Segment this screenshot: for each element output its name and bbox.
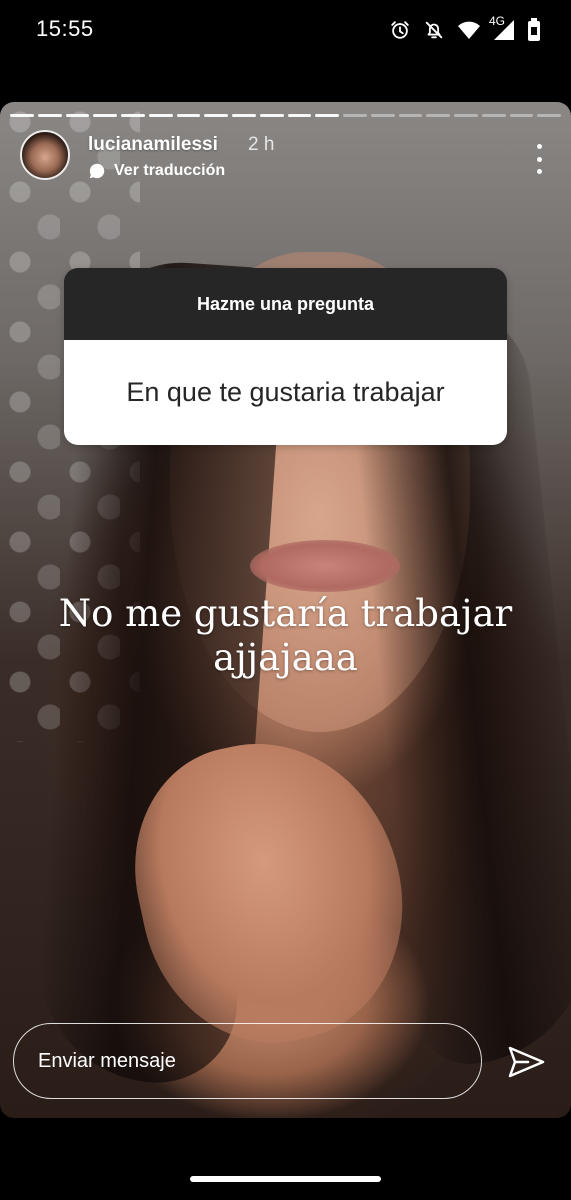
translate-icon bbox=[89, 163, 105, 179]
story-progress-segment bbox=[65, 114, 90, 117]
question-sticker[interactable]: Hazme una pregunta En que te gustaria tr… bbox=[64, 268, 507, 445]
signal-icon bbox=[493, 19, 515, 41]
story-progress-segment bbox=[121, 114, 145, 117]
question-sticker-header: Hazme una pregunta bbox=[64, 268, 507, 340]
story-progress-segment bbox=[37, 114, 62, 117]
notifications-off-icon bbox=[423, 19, 445, 41]
story-progress-segment bbox=[426, 114, 450, 117]
story-timestamp: 2 h bbox=[248, 134, 275, 155]
more-dot-icon bbox=[536, 156, 542, 162]
send-icon bbox=[508, 1046, 545, 1078]
avatar[interactable] bbox=[20, 130, 70, 180]
story-progress-segment bbox=[454, 114, 478, 117]
translate-label: Ver traducción bbox=[114, 162, 226, 179]
story-progress-segment bbox=[315, 114, 339, 117]
status-icons bbox=[389, 14, 541, 46]
story-progress-segment bbox=[148, 114, 173, 117]
story-photo-lips bbox=[250, 540, 400, 592]
story-progress-segment bbox=[10, 114, 34, 117]
send-button[interactable] bbox=[506, 1042, 546, 1082]
story-view[interactable]: lucianamilessi 2 h Ver traducción Hazme … bbox=[0, 102, 571, 1118]
story-progress-bar bbox=[10, 114, 561, 117]
more-dot-icon bbox=[536, 144, 542, 149]
story-progress-segment bbox=[232, 114, 256, 117]
story-progress-segment bbox=[398, 114, 423, 117]
answer-line: ajjajaaa bbox=[213, 636, 358, 679]
story-progress-segment bbox=[93, 114, 117, 117]
story-progress-segment bbox=[370, 114, 395, 117]
more-options-button[interactable] bbox=[527, 144, 551, 174]
story-progress-segment bbox=[481, 114, 506, 117]
story-progress-segment bbox=[204, 114, 228, 117]
status-bar: 15:55 4G bbox=[0, 0, 571, 60]
story-header: lucianamilessi 2 h Ver traducción bbox=[20, 130, 551, 186]
more-dot-icon bbox=[536, 169, 542, 174]
story-answer-text: No me gustaría trabajar ajjajaaa bbox=[20, 592, 551, 680]
story-progress-segment bbox=[287, 114, 312, 117]
story-progress-segment bbox=[509, 114, 534, 117]
home-indicator[interactable] bbox=[190, 1176, 381, 1182]
story-progress-segment bbox=[259, 114, 284, 117]
alarm-icon bbox=[389, 19, 411, 41]
story-progress-segment bbox=[537, 114, 561, 117]
answer-line: No me gustaría trabajar bbox=[58, 592, 513, 635]
story-progress-segment bbox=[343, 114, 367, 117]
translate-button[interactable]: Ver traducción bbox=[88, 162, 225, 180]
status-time: 15:55 bbox=[36, 16, 94, 41]
wifi-icon bbox=[457, 19, 481, 41]
username[interactable]: lucianamilessi bbox=[88, 134, 218, 156]
send-message-input[interactable]: Enviar mensaje bbox=[13, 1023, 482, 1099]
question-sticker-question: En que te gustaria trabajar bbox=[64, 340, 507, 445]
battery-icon bbox=[527, 18, 541, 42]
story-progress-segment bbox=[176, 114, 201, 117]
